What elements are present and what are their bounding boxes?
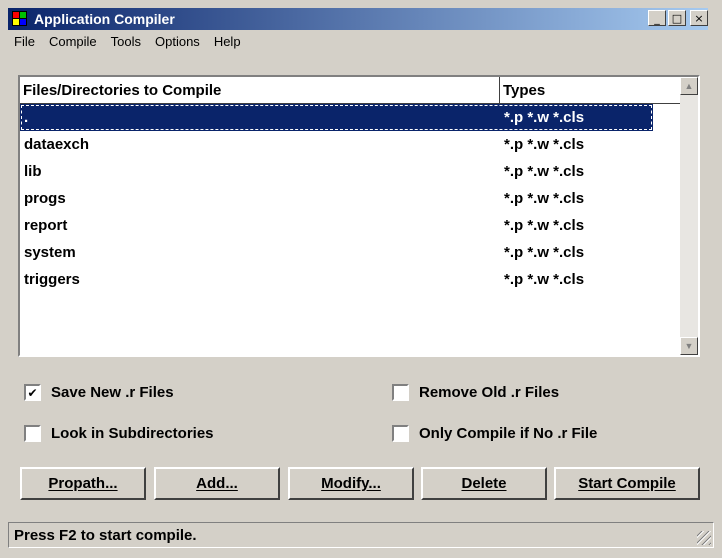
menu-help[interactable]: Help	[214, 34, 241, 54]
row-types: *.p *.w *.cls	[504, 271, 585, 288]
app-icon	[11, 10, 31, 28]
only-compile-if-no-r-checkbox[interactable]	[392, 425, 409, 442]
row-types: *.p *.w *.cls	[504, 163, 585, 180]
checkmark-icon: ✔	[27, 385, 38, 400]
list-row[interactable]: report *.p *.w *.cls	[20, 212, 680, 239]
list-row[interactable]: . *.p *.w *.cls	[20, 104, 653, 131]
delete-button-label: Delete	[461, 475, 507, 492]
start-compile-button-label: Start Compile	[578, 475, 676, 492]
list-row[interactable]: lib *.p *.w *.cls	[20, 158, 680, 185]
menu-tools[interactable]: Tools	[111, 34, 141, 54]
row-name: lib	[24, 163, 42, 180]
scroll-up-button[interactable]: ▲	[680, 77, 698, 95]
status-bar: Press F2 to start compile.	[8, 522, 714, 548]
menu-file[interactable]: File	[14, 34, 35, 54]
remove-old-r-label: Remove Old .r Files	[419, 384, 560, 401]
window-title: Application Compiler	[34, 11, 175, 27]
row-name: triggers	[24, 271, 80, 288]
menu-bar: File Compile Tools Options Help	[8, 34, 249, 54]
maximize-button[interactable]: □	[668, 10, 686, 26]
close-button[interactable]: ×	[690, 10, 708, 26]
row-types: *.p *.w *.cls	[504, 244, 585, 261]
save-new-r-option[interactable]: ✔ Save New .r Files	[24, 384, 174, 401]
modify-button-label: Modify...	[321, 475, 381, 492]
list-row[interactable]: dataexch *.p *.w *.cls	[20, 131, 680, 158]
row-name: .	[24, 109, 29, 126]
look-in-subdirectories-label: Look in Subdirectories	[51, 425, 214, 442]
delete-button[interactable]: Delete	[421, 467, 547, 500]
scroll-down-icon: ▼	[684, 341, 694, 351]
title-bar[interactable]: Application Compiler _ □ ×	[8, 8, 708, 30]
propath-button-label: Propath...	[48, 475, 118, 492]
minimize-button[interactable]: _	[648, 10, 666, 26]
application-compiler-window: Application Compiler _ □ × File Compile …	[0, 0, 722, 558]
menu-compile[interactable]: Compile	[49, 34, 97, 54]
menu-options[interactable]: Options	[155, 34, 200, 54]
close-icon: ×	[694, 11, 704, 25]
column-header-files[interactable]: Files/Directories to Compile	[20, 77, 500, 103]
files-listbox[interactable]: Files/Directories to Compile Types . *.p…	[18, 75, 700, 357]
list-row[interactable]: system *.p *.w *.cls	[20, 239, 680, 266]
list-header: Files/Directories to Compile Types	[20, 77, 680, 104]
add-button-label: Add...	[196, 475, 238, 492]
row-types: *.p *.w *.cls	[504, 190, 585, 207]
look-in-subdirectories-checkbox[interactable]	[24, 425, 41, 442]
row-types: *.p *.w *.cls	[504, 109, 585, 126]
maximize-icon: □	[671, 11, 683, 25]
save-new-r-checkbox[interactable]: ✔	[24, 384, 41, 401]
remove-old-r-checkbox[interactable]	[392, 384, 409, 401]
vertical-scrollbar[interactable]: ▲ ▼	[680, 77, 698, 355]
add-button[interactable]: Add...	[154, 467, 280, 500]
row-name: progs	[24, 190, 66, 207]
look-in-subdirectories-option[interactable]: Look in Subdirectories	[24, 425, 214, 442]
row-name: report	[24, 217, 68, 234]
propath-button[interactable]: Propath...	[20, 467, 146, 500]
remove-old-r-option[interactable]: Remove Old .r Files	[392, 384, 559, 401]
minimize-icon: _	[654, 11, 660, 25]
row-types: *.p *.w *.cls	[504, 217, 585, 234]
modify-button[interactable]: Modify...	[288, 467, 414, 500]
only-compile-if-no-r-label: Only Compile if No .r File	[419, 425, 598, 442]
only-compile-if-no-r-option[interactable]: Only Compile if No .r File	[392, 425, 597, 442]
row-name: system	[24, 244, 76, 261]
column-header-types[interactable]: Types	[500, 77, 545, 103]
start-compile-button[interactable]: Start Compile	[554, 467, 700, 500]
resize-grip-icon[interactable]	[697, 531, 711, 545]
list-row[interactable]: progs *.p *.w *.cls	[20, 185, 680, 212]
save-new-r-label: Save New .r Files	[51, 384, 174, 401]
list-row[interactable]: triggers *.p *.w *.cls	[20, 266, 680, 293]
status-text: Press F2 to start compile.	[14, 526, 197, 544]
row-types: *.p *.w *.cls	[504, 136, 585, 153]
scroll-down-button[interactable]: ▼	[680, 337, 698, 355]
row-name: dataexch	[24, 136, 90, 153]
scroll-up-icon: ▲	[684, 81, 694, 91]
